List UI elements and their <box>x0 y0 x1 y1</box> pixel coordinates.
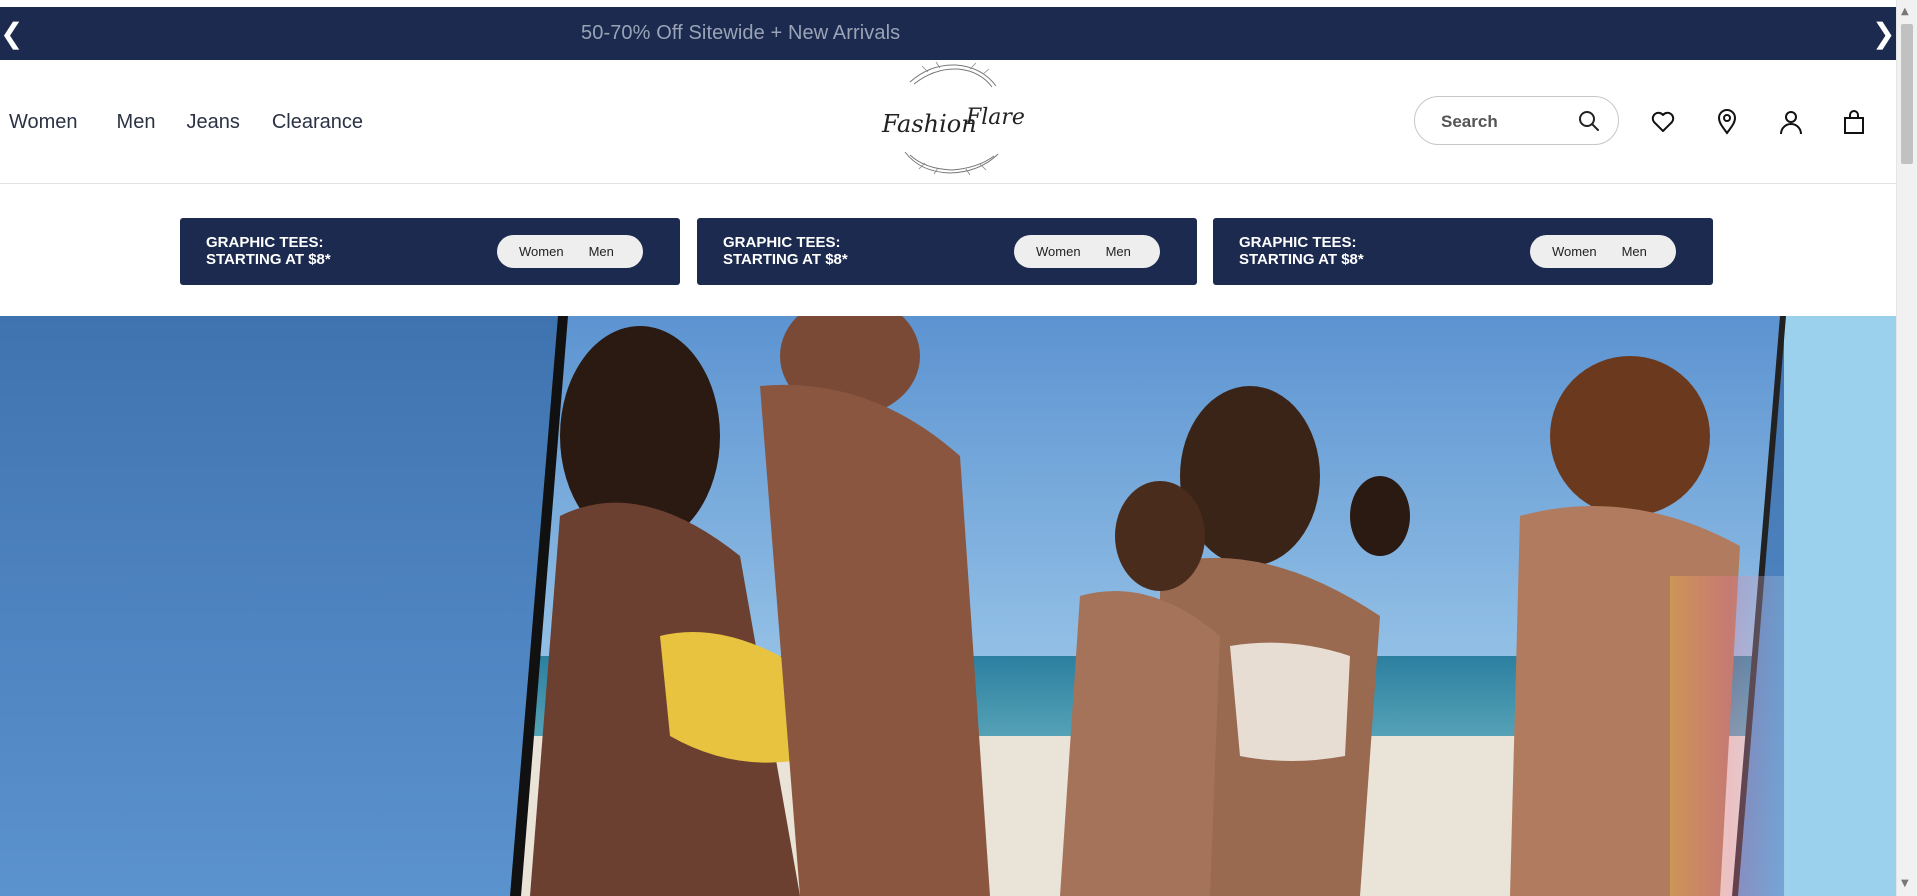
promo-link-women[interactable]: Women <box>1036 244 1081 259</box>
promo-banner-row: GRAPHIC TEES: STARTING AT $8* Women Men … <box>0 183 1896 316</box>
page: ❮ 50-70% Off Sitewide + New Arrivals ❯ W… <box>0 0 1896 896</box>
search-box[interactable] <box>1414 96 1619 145</box>
promo-link-pill: Women Men <box>1014 235 1160 268</box>
promo-title: GRAPHIC TEES: STARTING AT $8* <box>723 234 848 268</box>
site-header: Women Men Jeans Clearance Fashion Flare … <box>0 60 1896 184</box>
announcement-text[interactable]: 50-70% Off Sitewide + New Arrivals <box>581 22 900 45</box>
promo-card[interactable]: GRAPHIC TEES: STARTING AT $8* Women Men <box>697 218 1197 285</box>
account-icon[interactable] <box>1777 108 1805 136</box>
announcement-bar: ❮ 50-70% Off Sitewide + New Arrivals ❯ <box>0 7 1896 60</box>
search-input[interactable] <box>1439 109 1573 135</box>
logo-wreath-icon: Fashion Flare <box>881 61 1025 176</box>
shopping-bag-icon[interactable] <box>1840 108 1868 136</box>
promo-link-men[interactable]: Men <box>589 244 614 259</box>
nav-item-jeans[interactable]: Jeans <box>186 111 239 134</box>
main-nav: Women Men Jeans Clearance <box>9 111 402 134</box>
hero-photo <box>0 316 1896 896</box>
promo-link-pill: Women Men <box>1530 235 1676 268</box>
nav-item-clearance[interactable]: Clearance <box>272 111 363 134</box>
promo-title: GRAPHIC TEES: STARTING AT $8* <box>1239 234 1364 268</box>
vertical-scrollbar[interactable]: ▲ ▼ <box>1896 0 1917 896</box>
scrollbar-thumb[interactable] <box>1901 24 1913 164</box>
location-pin-icon[interactable] <box>1713 108 1741 136</box>
promo-card[interactable]: GRAPHIC TEES: STARTING AT $8* Women Men <box>1213 218 1713 285</box>
promo-link-men[interactable]: Men <box>1106 244 1131 259</box>
search-icon[interactable] <box>1577 109 1601 133</box>
logo-text: Fashion <box>881 110 977 138</box>
scroll-up-icon[interactable]: ▲ <box>1901 6 1909 17</box>
heart-icon[interactable] <box>1649 108 1677 136</box>
logo-text-2: Flare <box>965 105 1025 130</box>
promo-card[interactable]: GRAPHIC TEES: STARTING AT $8* Women Men <box>180 218 680 285</box>
promo-title: GRAPHIC TEES: STARTING AT $8* <box>206 234 331 268</box>
scroll-down-icon[interactable]: ▼ <box>1901 878 1909 889</box>
chevron-right-icon[interactable]: ❯ <box>1872 17 1895 50</box>
promo-link-women[interactable]: Women <box>519 244 564 259</box>
brand-logo[interactable]: Fashion Flare <box>870 60 1030 178</box>
promo-link-pill: Women Men <box>497 235 643 268</box>
nav-item-women[interactable]: Women <box>9 111 78 134</box>
promo-link-men[interactable]: Men <box>1622 244 1647 259</box>
promo-link-women[interactable]: Women <box>1552 244 1597 259</box>
chevron-left-icon[interactable]: ❮ <box>0 17 23 50</box>
hero-image[interactable] <box>0 316 1896 896</box>
nav-item-men[interactable]: Men <box>117 111 156 134</box>
